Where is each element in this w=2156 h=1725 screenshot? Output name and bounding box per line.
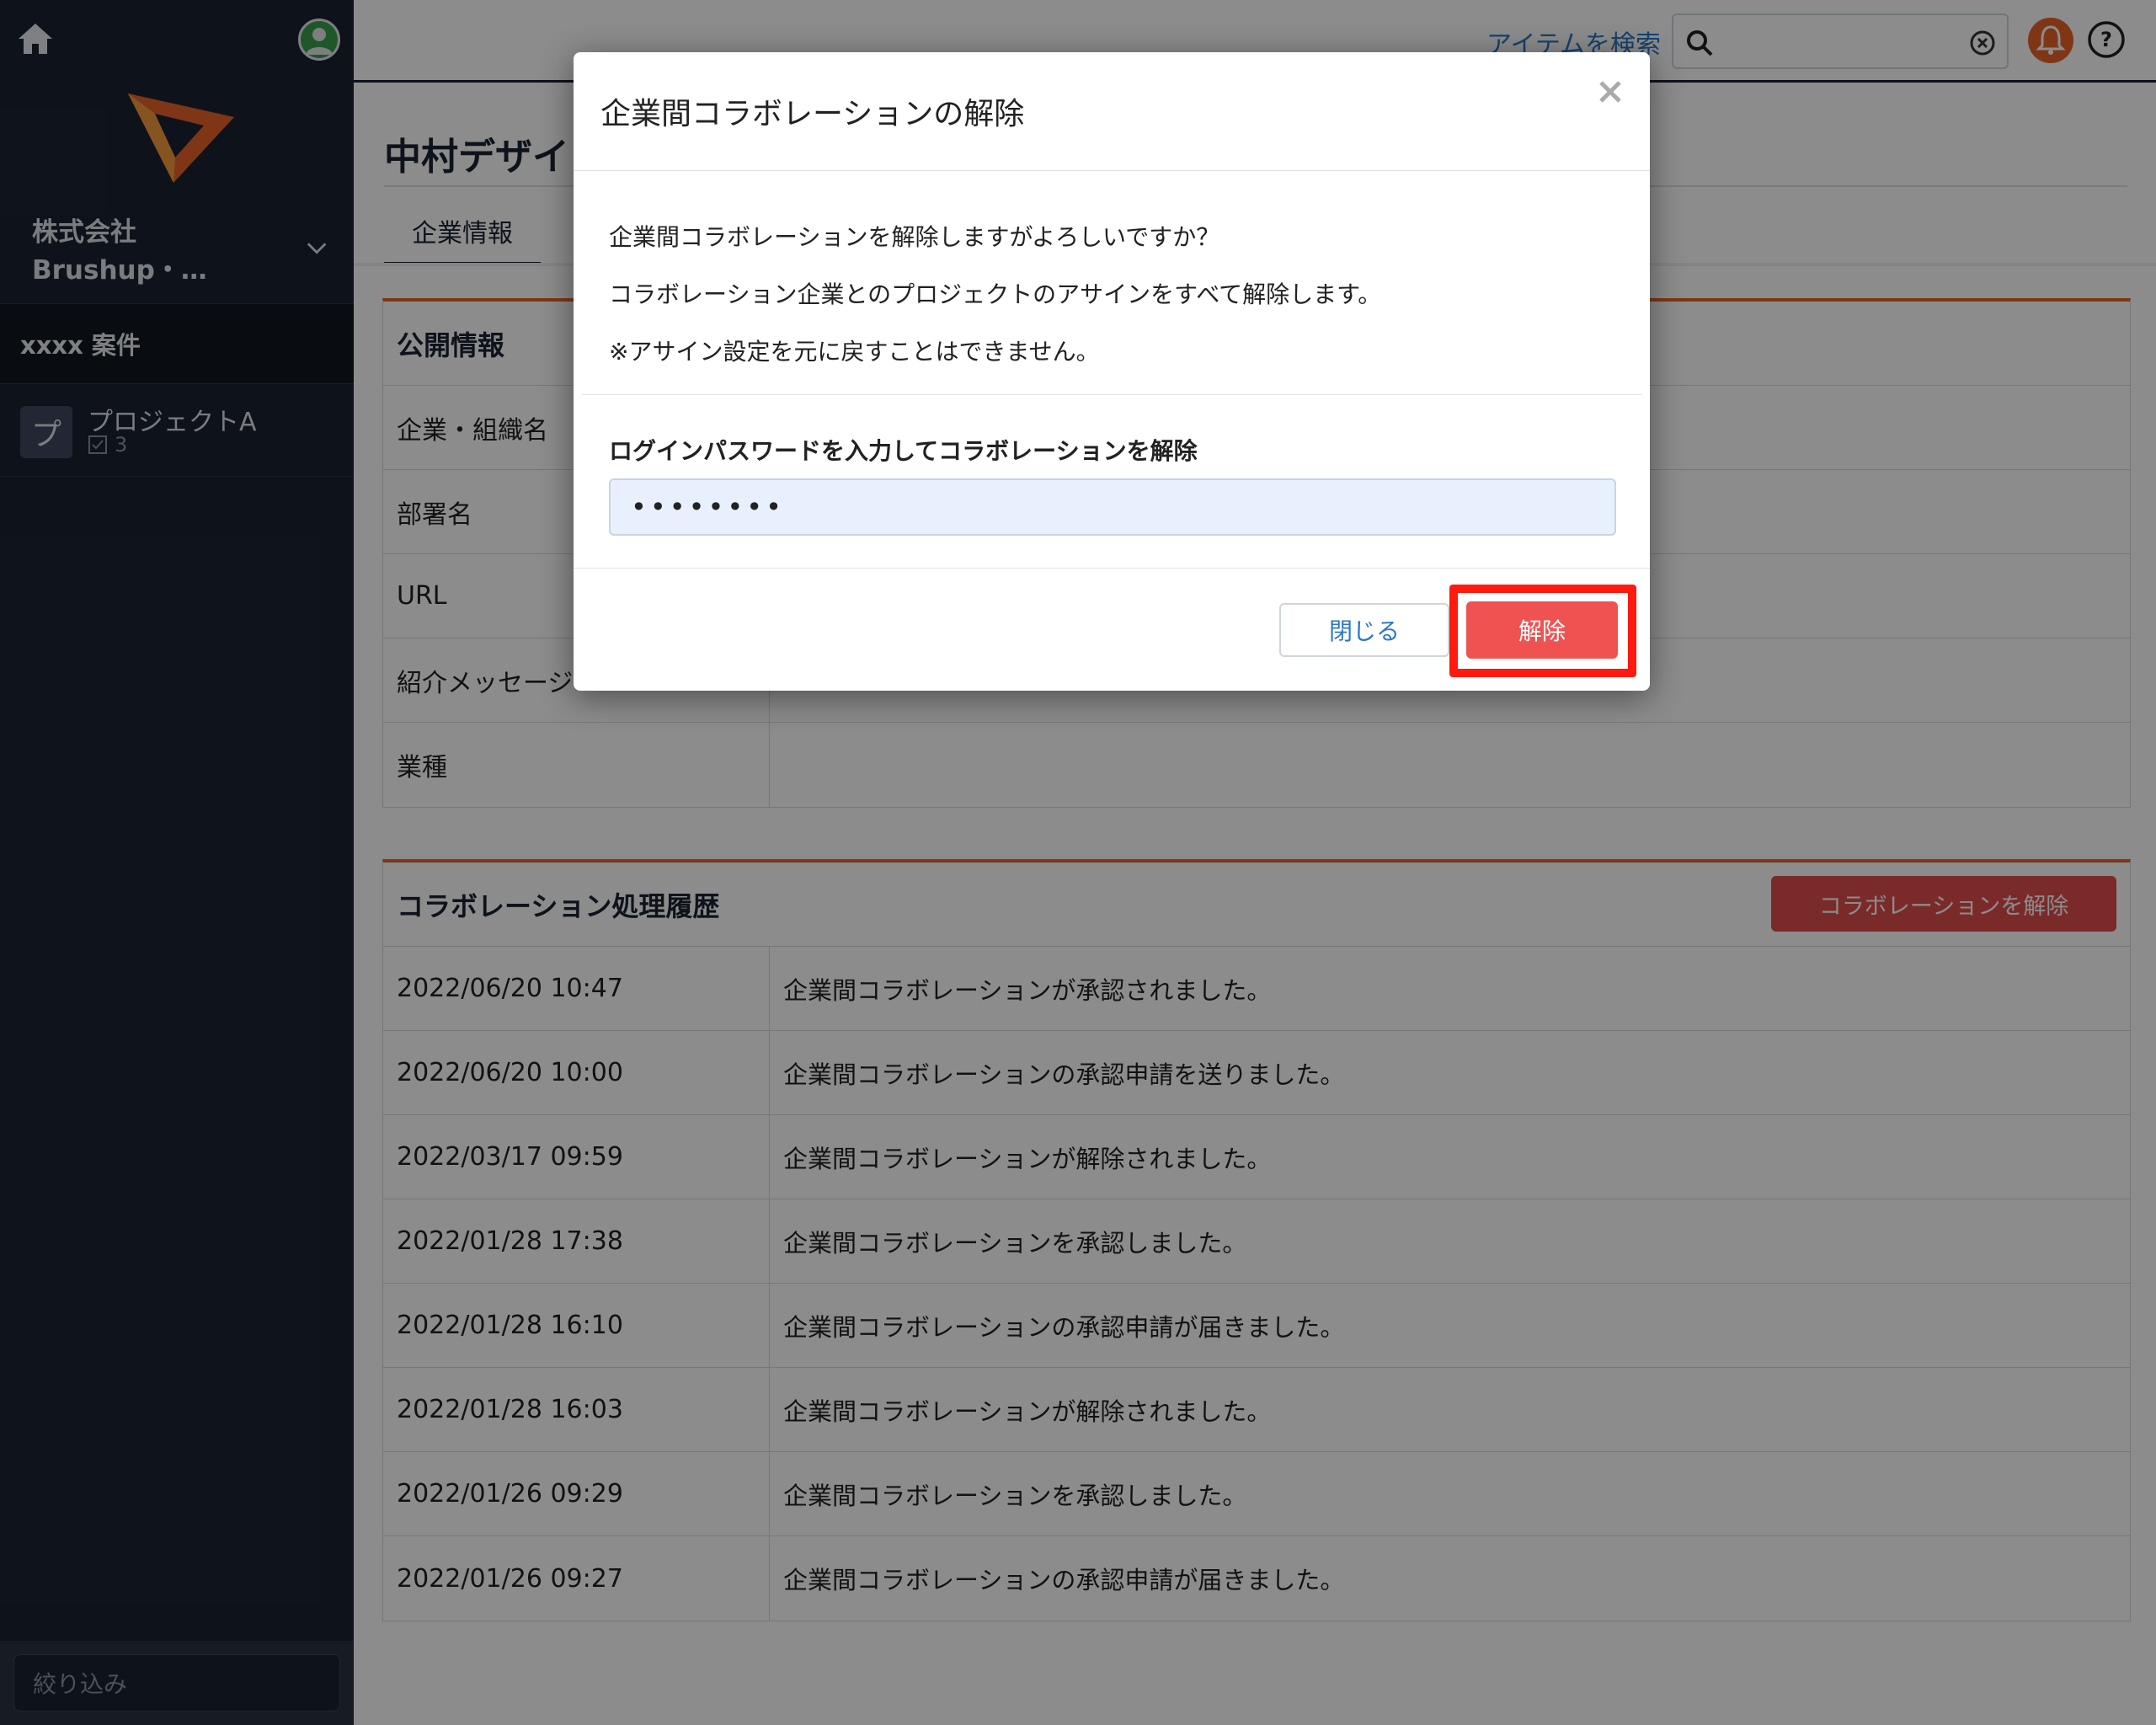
confirm-release-button[interactable]: 解除 — [1466, 601, 1618, 659]
password-field[interactable]: •••••••• — [609, 478, 1616, 536]
dialog-message-2: コラボレーション企業とのプロジェクトのアサインをすべて解除します。 — [609, 280, 1382, 308]
dialog-title: 企業間コラボレーションの解除 — [600, 97, 1025, 131]
close-icon[interactable] — [1596, 77, 1625, 106]
password-label: ログインパスワードを入力してコラボレーションを解除 — [609, 437, 1198, 465]
dialog-divider — [582, 394, 1641, 395]
dialog-message-3: ※アサイン設定を元に戻すことはできません。 — [609, 338, 1100, 366]
release-collaboration-dialog: 企業間コラボレーションの解除 企業間コラボレーションを解除しますがよろしいですか… — [574, 52, 1650, 691]
dialog-message-1: 企業間コラボレーションを解除しますがよろしいですか？ — [609, 223, 1220, 251]
close-button[interactable]: 閉じる — [1279, 603, 1449, 657]
dialog-divider — [574, 170, 1650, 171]
dialog-divider — [574, 568, 1650, 569]
